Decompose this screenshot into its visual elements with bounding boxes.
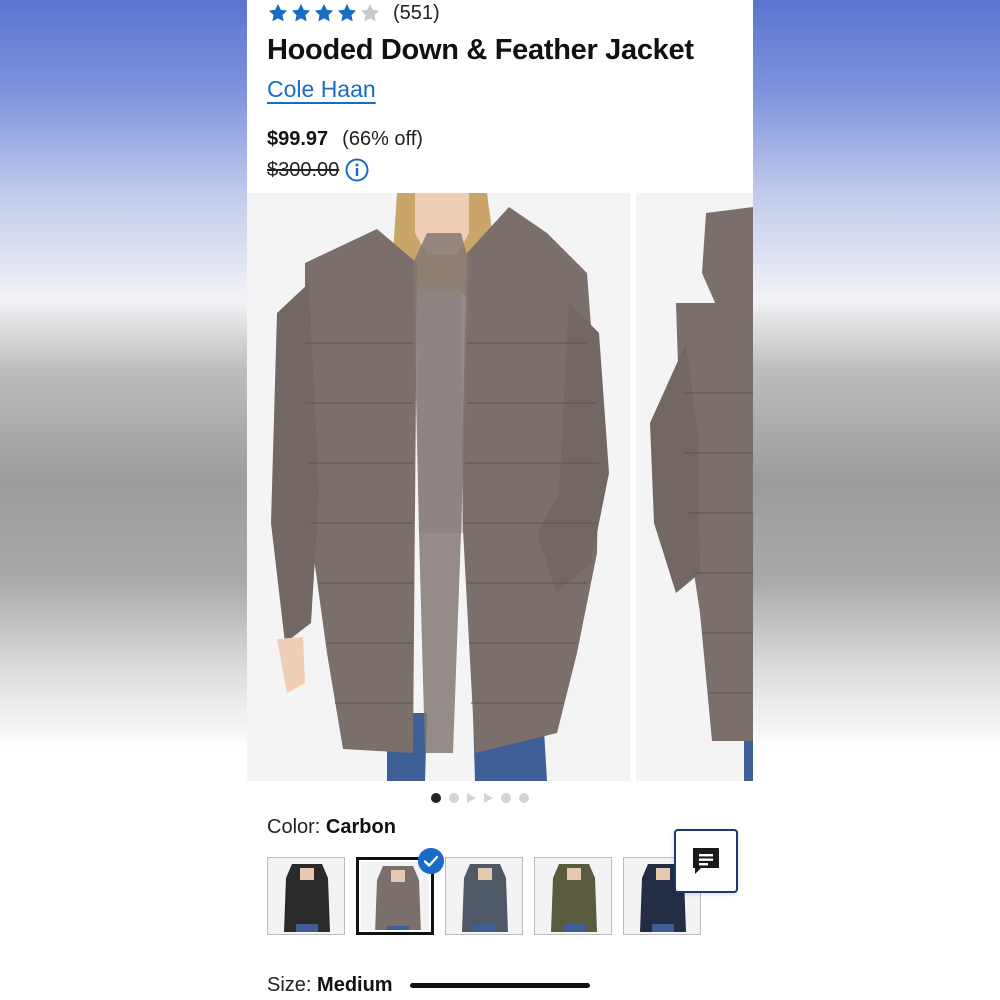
product-panel: (551) Hooded Down & Feather Jacket Cole … xyxy=(247,0,753,1000)
color-value: Carbon xyxy=(325,816,396,838)
price-row: $99.97 (66% off) xyxy=(267,128,423,151)
home-indicator xyxy=(410,983,590,988)
product-image-front[interactable] xyxy=(247,193,630,781)
rating[interactable]: (551) xyxy=(267,0,440,26)
pagination-dot-active[interactable] xyxy=(431,793,441,803)
background-left xyxy=(0,0,247,1000)
size-value: Medium xyxy=(317,974,393,996)
product-image-side[interactable] xyxy=(636,193,753,781)
carousel-pagination[interactable] xyxy=(431,793,529,803)
swatch-black[interactable] xyxy=(267,857,345,935)
background-right xyxy=(753,0,1000,1000)
star-full-icon xyxy=(337,3,357,22)
pagination-dot[interactable] xyxy=(501,793,511,803)
original-price: $300.00 xyxy=(267,158,340,181)
brand-link[interactable]: Cole Haan xyxy=(267,76,376,103)
star-full-icon xyxy=(291,3,311,22)
info-icon[interactable] xyxy=(345,158,369,182)
sale-price: $99.97 xyxy=(267,128,329,150)
color-swatches xyxy=(267,857,701,935)
chat-button[interactable] xyxy=(674,829,738,893)
size-label: Size: xyxy=(267,974,318,996)
original-price-row: $300.00 xyxy=(267,158,369,182)
video-play-icon[interactable] xyxy=(484,793,493,803)
review-count[interactable]: (551) xyxy=(393,2,440,25)
image-carousel[interactable] xyxy=(247,193,753,781)
color-selector-label: Color: Carbon xyxy=(267,816,396,839)
star-rating xyxy=(267,2,381,24)
pagination-dot[interactable] xyxy=(449,793,459,803)
discount-label: (66% off) xyxy=(342,128,423,150)
chat-icon xyxy=(693,848,719,874)
star-full-icon xyxy=(314,3,334,22)
video-play-icon[interactable] xyxy=(467,793,476,803)
swatch-slate[interactable] xyxy=(445,857,523,935)
swatch-olive[interactable] xyxy=(534,857,612,935)
pagination-dot[interactable] xyxy=(519,793,529,803)
color-label: Color: xyxy=(267,816,326,838)
star-full-icon xyxy=(268,3,288,22)
product-title: Hooded Down & Feather Jacket xyxy=(267,34,694,66)
selected-check-icon xyxy=(418,848,444,874)
star-empty-icon xyxy=(360,3,380,22)
size-selector-label[interactable]: Size: Medium xyxy=(267,974,393,997)
